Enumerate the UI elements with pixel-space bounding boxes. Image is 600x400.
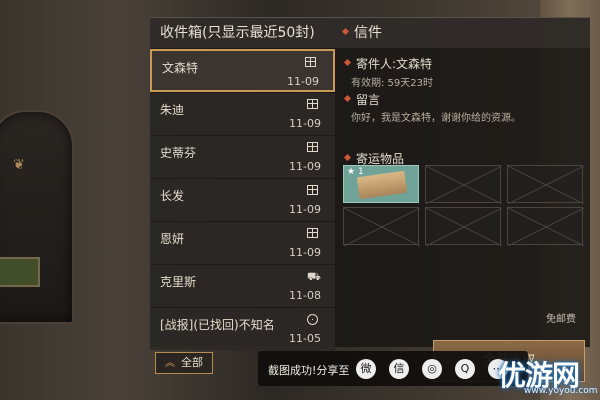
validity-text: 有效期: 59天23时 xyxy=(351,78,433,89)
attachments-label: 寄运物品 xyxy=(356,152,405,166)
empty-slot xyxy=(507,165,584,204)
mail-date: 11-09 xyxy=(289,203,321,216)
diamond-bullet-icon xyxy=(343,58,352,67)
letter-panel: 信件 寄件人:文森特 有效期: 59天23时 留言 你好，我是文森特，谢谢你给的… xyxy=(335,17,590,347)
mail-date: 11-09 xyxy=(287,75,319,88)
inbox-panel: 收件箱(只显示最近50封) 文森特 11-09 朱迪 11-09 史蒂芬 11-09 长发 1… xyxy=(150,17,335,350)
mail-list-item[interactable]: [战报](已找回)不知名 11-05 xyxy=(150,308,335,350)
qq-icon[interactable]: Q xyxy=(455,359,475,379)
weibo-icon[interactable]: 微 xyxy=(356,359,376,379)
free-postage-text: 免邮费 xyxy=(546,314,576,325)
watermark-url: www.yoyou.com xyxy=(524,386,598,396)
gift-icon xyxy=(307,142,319,154)
mail-date: 11-09 xyxy=(289,117,321,130)
mail-sender: 史蒂芬 xyxy=(160,146,197,160)
inbox-title: 收件箱(只显示最近50封) xyxy=(150,17,335,48)
message-label: 留言 xyxy=(356,93,381,107)
item-count: ★ 1 xyxy=(347,167,364,177)
message-text: 你好，我是文森特，谢谢你给的资源。 xyxy=(351,113,521,124)
empty-slot xyxy=(343,207,420,246)
truck-icon: ⛟ xyxy=(307,270,321,283)
wechat-icon[interactable]: 信 xyxy=(389,359,409,379)
scroll-item-icon xyxy=(356,170,408,200)
attachment-slot[interactable]: ★ 1 xyxy=(343,165,419,203)
diamond-bullet-icon xyxy=(343,94,352,103)
mail-date: 11-09 xyxy=(289,246,321,259)
ornament-icon: ❦ xyxy=(13,157,25,173)
diamond-bullet-icon xyxy=(343,153,352,162)
diamond-bullet-icon xyxy=(341,27,350,35)
mail-sender: 文森特 xyxy=(162,61,199,75)
gift-icon xyxy=(305,57,317,69)
mail-date: 11-05 xyxy=(289,332,321,345)
mail-sender: 克里斯 xyxy=(160,275,197,289)
empty-slot xyxy=(425,207,502,246)
mail-list: 文森特 11-09 朱迪 11-09 史蒂芬 11-09 长发 11-09 恩妍 11-09 克里斯… xyxy=(150,49,335,350)
mailbox-plate xyxy=(0,257,40,287)
sender-section: 寄件人:文森特 xyxy=(343,55,433,72)
filter-all-label: 全部 xyxy=(181,356,203,369)
mail-list-item[interactable]: 克里斯 ⛟ 11-08 xyxy=(150,265,335,307)
mail-list-item[interactable]: 恩妍 11-09 xyxy=(150,222,335,264)
mail-list-item[interactable]: 长发 11-09 xyxy=(150,179,335,221)
mail-list-item[interactable]: 朱迪 11-09 xyxy=(150,93,335,135)
mail-list-item[interactable]: 文森特 11-09 xyxy=(150,49,335,92)
background-mailbox: ❦ xyxy=(0,110,74,324)
mail-sender: 朱迪 xyxy=(160,103,185,117)
mail-date: 11-09 xyxy=(289,160,321,173)
mail-sender: 恩妍 xyxy=(160,232,185,246)
chevron-up-icon: ︽ xyxy=(165,358,175,369)
mail-sender: [战报](已找回)不知名 xyxy=(160,318,275,332)
share-bar: 截图成功!分享至 微信 ◎ Q ⋯ xyxy=(258,351,528,386)
letter-title: 信件 xyxy=(354,25,382,41)
gift-icon xyxy=(307,185,319,197)
sender-label: 寄件人:文森特 xyxy=(356,57,433,71)
mail-date: 11-08 xyxy=(289,289,321,302)
letter-title-bar: 信件 xyxy=(335,17,590,48)
gift-icon xyxy=(307,228,319,240)
filter-all-button[interactable]: ︽ 全部 xyxy=(155,352,213,374)
empty-slot xyxy=(507,207,584,246)
mail-list-item[interactable]: 史蒂芬 11-09 xyxy=(150,136,335,178)
gift-icon xyxy=(307,99,319,111)
target-icon xyxy=(307,314,319,326)
empty-slot xyxy=(425,165,502,204)
moments-icon[interactable]: ◎ xyxy=(422,359,442,379)
mail-sender: 长发 xyxy=(160,189,185,203)
item-count-value: 1 xyxy=(357,167,364,177)
share-text: 截图成功!分享至 xyxy=(268,364,350,377)
watermark-logo: 优游网 www.yoyou.com xyxy=(498,352,598,398)
message-section: 留言 xyxy=(343,91,381,108)
